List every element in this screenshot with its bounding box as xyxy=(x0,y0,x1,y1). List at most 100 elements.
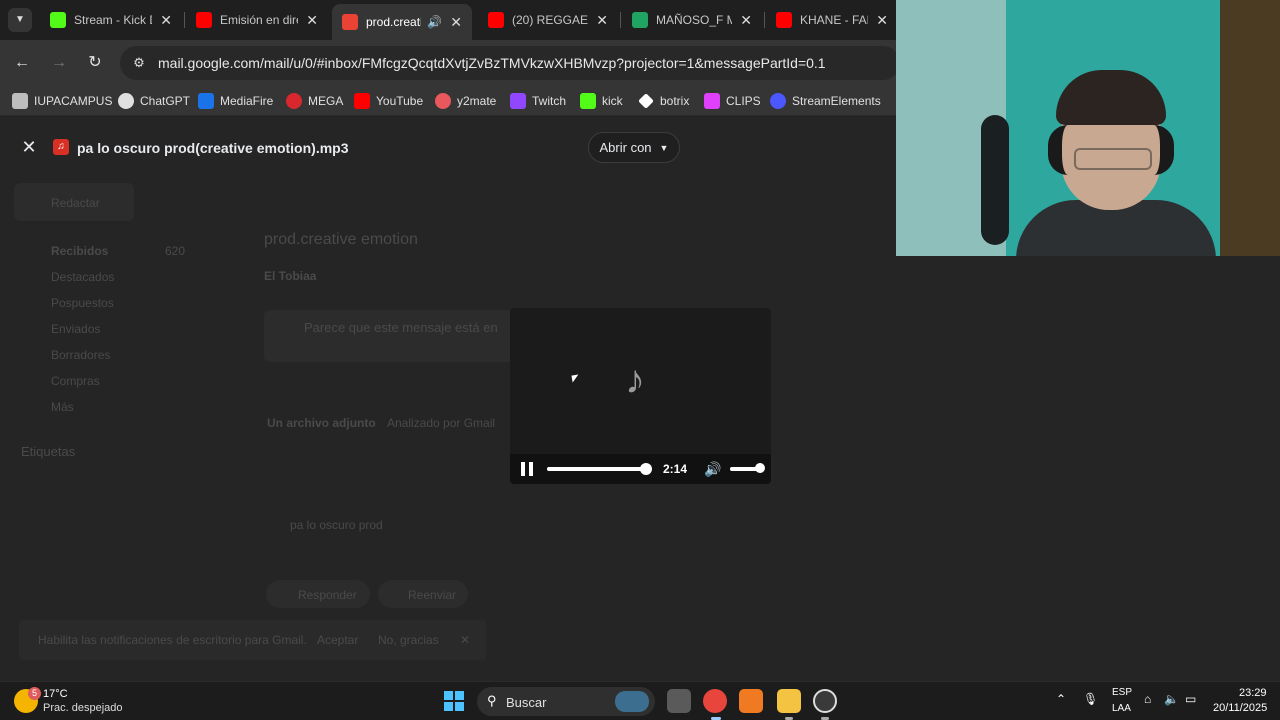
tab-kick[interactable]: Stream - Kick D ✕ xyxy=(40,4,182,36)
task-view-icon[interactable] xyxy=(667,689,691,713)
weather-badge: 5 xyxy=(28,687,41,700)
taskbar-search[interactable]: ⚲ Buscar xyxy=(477,687,655,716)
pause-button[interactable] xyxy=(520,462,534,476)
close-tab-icon[interactable]: ✕ xyxy=(306,12,318,29)
streamelements-icon xyxy=(770,93,786,109)
open-with-label: Abrir con xyxy=(599,140,652,155)
email-subject: prod.creative emotion xyxy=(264,231,418,248)
youtube-icon xyxy=(354,93,370,109)
gmail-favicon-icon xyxy=(342,14,358,30)
tab-search-button[interactable]: ▼ xyxy=(8,8,32,32)
weather-temperature[interactable]: 17°C xyxy=(43,688,68,700)
search-highlight-icon xyxy=(615,691,649,712)
url-text[interactable]: mail.google.com/mail/u/0/#inbox/FMfcgzQc… xyxy=(158,55,826,71)
y2mate-icon xyxy=(435,93,451,109)
bookmark-youtube[interactable]: YouTube xyxy=(354,92,423,110)
tab-youtube-live[interactable]: Emisión en dire ✕ xyxy=(186,4,328,36)
bookmark-botrix[interactable]: botrix xyxy=(638,92,689,110)
tab-title: (20) REGGAETO xyxy=(512,13,589,27)
iupacampus-icon xyxy=(12,93,28,109)
inbox-count: 620 xyxy=(165,244,186,258)
open-with-button[interactable]: Abrir con ▼ xyxy=(588,132,680,163)
tab-title: prod.creati xyxy=(366,15,422,29)
seek-progress xyxy=(547,467,646,471)
volume-tray-icon[interactable]: 🔈 xyxy=(1164,692,1179,706)
back-button[interactable]: ← xyxy=(10,51,34,75)
close-tab-icon[interactable]: ✕ xyxy=(450,14,462,31)
close-tab-icon[interactable]: ✕ xyxy=(160,12,172,29)
folder-snoozed: Pospuestos xyxy=(51,296,114,310)
seek-slider[interactable] xyxy=(547,463,652,475)
close-tab-icon[interactable]: ✕ xyxy=(596,12,608,29)
close-tab-icon[interactable]: ✕ xyxy=(876,12,888,29)
start-button[interactable] xyxy=(444,691,464,711)
close-viewer-icon[interactable]: ✕ xyxy=(20,138,38,156)
bookmark-y2mate[interactable]: y2mate xyxy=(435,92,496,110)
volume-slider[interactable] xyxy=(730,463,765,473)
mediafire-icon xyxy=(198,93,214,109)
bookmark-twitch[interactable]: Twitch xyxy=(510,92,566,110)
speaker-icon[interactable]: 🔊 xyxy=(427,15,442,29)
bookmark-label: MediaFire xyxy=(220,94,274,108)
clock-date[interactable]: 20/11/2025 xyxy=(1213,702,1267,714)
bookmark-chatgpt[interactable]: ChatGPT xyxy=(118,92,190,110)
language-code[interactable]: ESP xyxy=(1112,687,1132,698)
audio-player: ♪ 2:14 🔊 xyxy=(510,308,771,484)
webcam-guitar xyxy=(981,115,1009,245)
folder-more: Más xyxy=(51,400,74,414)
tab-youtube-reggaeton[interactable]: (20) REGGAETO ✕ xyxy=(478,4,618,36)
clock-time[interactable]: 23:29 xyxy=(1239,687,1267,699)
forward-label: Reenviar xyxy=(408,588,457,602)
tab-drive[interactable]: MAÑOSO_F M ✕ xyxy=(622,4,762,36)
forward-button[interactable]: → xyxy=(47,51,71,75)
toast-close-icon: ✕ xyxy=(460,633,471,647)
obs-icon[interactable] xyxy=(813,689,837,713)
reload-button[interactable]: ↻ xyxy=(83,51,107,75)
webcam-overlay xyxy=(896,0,1280,256)
folder-inbox: Recibidos xyxy=(51,244,109,258)
attachment-scan: Analizado por Gmail xyxy=(387,416,496,430)
bookmark-clips[interactable]: CLIPS xyxy=(704,92,761,110)
weather-description[interactable]: Prac. despejado xyxy=(43,702,123,714)
bookmark-label: CLIPS xyxy=(726,94,761,108)
file-explorer-icon[interactable] xyxy=(777,689,801,713)
bookmark-label: StreamElements xyxy=(792,94,881,108)
volume-icon[interactable]: 🔊 xyxy=(704,461,721,478)
attachment-heading: Un archivo adjunto xyxy=(267,416,376,430)
bookmark-label: IUPACAMPUS xyxy=(34,94,113,108)
close-tab-icon[interactable]: ✕ xyxy=(740,12,752,29)
site-settings-icon[interactable]: ⚙ xyxy=(130,54,148,72)
notification-toast: Habilita las notificaciones de escritori… xyxy=(19,620,486,660)
chevron-down-icon: ▼ xyxy=(659,142,669,153)
bookmark-iupacampus[interactable]: IUPACAMPUS xyxy=(12,92,112,110)
bookmark-kick[interactable]: kick xyxy=(580,92,623,110)
chrome-icon[interactable] xyxy=(703,689,727,713)
bookmark-mediafire[interactable]: MediaFire xyxy=(198,92,273,110)
chatgpt-icon xyxy=(118,93,134,109)
spam-warning-box xyxy=(264,310,514,362)
youtube-favicon-icon xyxy=(196,12,212,28)
tab-youtube-khane[interactable]: KHANE - FABU ✕ xyxy=(766,4,898,36)
mega-icon xyxy=(286,93,302,109)
bookmark-label: YouTube xyxy=(376,94,424,108)
volume-handle[interactable] xyxy=(755,463,765,473)
webcam-door xyxy=(1220,0,1280,256)
network-icon[interactable]: ⌂ xyxy=(1144,692,1151,706)
playback-time: 2:14 xyxy=(663,462,688,476)
seek-handle[interactable] xyxy=(639,463,652,475)
tray-overflow-icon[interactable]: ⌃ xyxy=(1056,692,1066,706)
viewer-file-name: pa lo oscuro prod(creative emotion).mp3 xyxy=(77,140,349,156)
bookmark-mega[interactable]: MEGA xyxy=(286,92,343,110)
address-bar[interactable]: ⚙ mail.google.com/mail/u/0/#inbox/FMfcgz… xyxy=(120,46,900,80)
fl-studio-icon[interactable] xyxy=(739,689,763,713)
player-controls: 2:14 🔊 xyxy=(510,454,771,484)
bookmark-streamelements[interactable]: StreamElements xyxy=(770,92,881,110)
microphone-icon[interactable]: 🎙 xyxy=(1083,692,1098,706)
keyboard-layout[interactable]: LAA xyxy=(1112,703,1131,714)
labels-heading: Etiquetas xyxy=(21,444,76,459)
tab-gmail[interactable]: prod.creati 🔊 ✕ xyxy=(332,4,472,40)
bookmark-label: botrix xyxy=(660,94,690,108)
spam-note: Parece que este mensaje está en xyxy=(304,320,498,335)
battery-icon[interactable]: ▭ xyxy=(1185,692,1196,706)
youtube-favicon-icon xyxy=(488,12,504,28)
